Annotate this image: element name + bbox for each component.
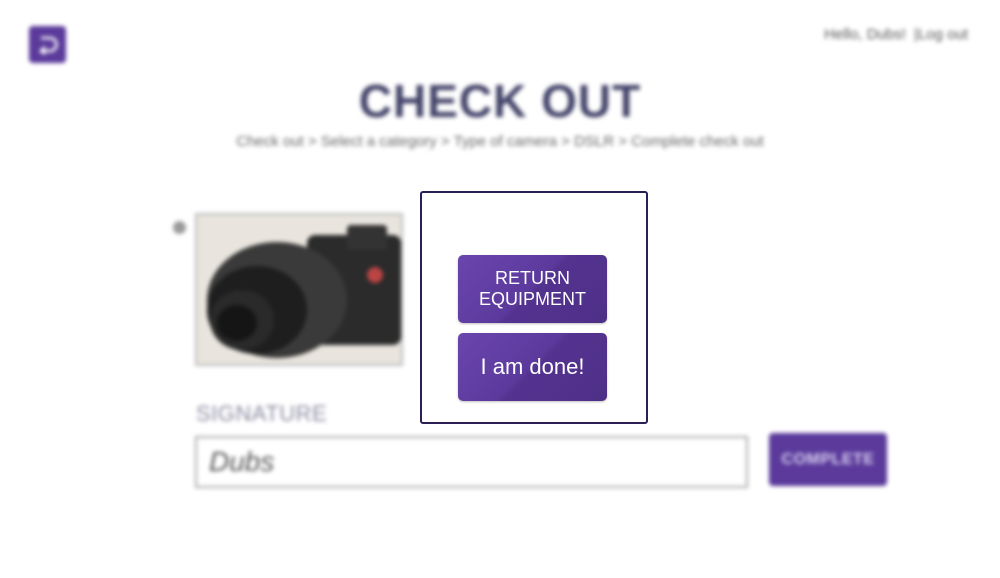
product-description: [648, 244, 748, 344]
signature-label: SIGNATURE: [196, 401, 328, 426]
camera-photo: [195, 213, 403, 366]
page-title: CHECK OUT: [358, 75, 642, 127]
item-select-radio[interactable]: [173, 221, 186, 234]
complete-button[interactable]: COMPLETE: [769, 433, 887, 486]
home-logo-button[interactable]: [29, 26, 66, 63]
camera-image-icon: [197, 215, 401, 364]
return-equipment-label: RETURN EQUIPMENT: [478, 268, 586, 309]
user-greeting: Hello, Dubs!: [824, 26, 906, 43]
user-bar: Hello, Dubs! |Log out: [820, 26, 968, 43]
signature-input[interactable]: Dubs: [195, 436, 748, 488]
breadcrumb: Check out > Select a category > Type of …: [236, 133, 764, 150]
return-equipment-button[interactable]: RETURN EQUIPMENT: [458, 255, 607, 323]
logout-link[interactable]: Log out: [918, 26, 968, 43]
done-button[interactable]: I am done!: [458, 333, 607, 401]
back-arrow-icon: [38, 36, 58, 55]
checkout-modal: RETURN EQUIPMENT I am done!: [420, 191, 648, 424]
